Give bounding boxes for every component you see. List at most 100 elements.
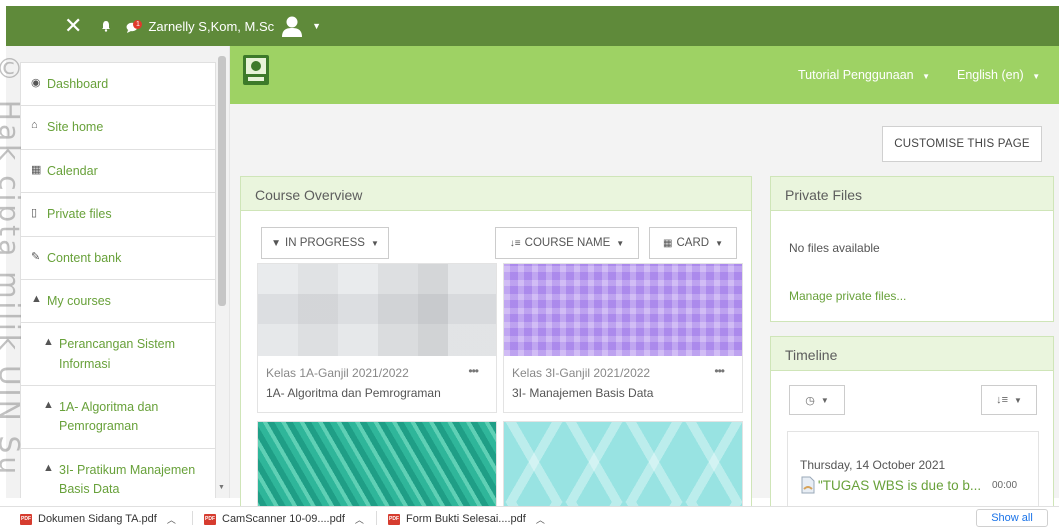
course-image[interactable] (258, 264, 496, 356)
chevron-down-icon: ▼ (370, 238, 379, 248)
close-drawer-icon[interactable]: ✕ (64, 15, 82, 37)
course-actions-menu-icon[interactable]: ••• (714, 364, 725, 378)
drawer-nav-list: ◉ Dashboard ⌂ Site home ▦ Calendar ▯ Pri… (20, 62, 216, 498)
sort-label: COURSE NAME (524, 237, 611, 249)
private-files-block: Private Files No files available Manage … (770, 176, 1054, 322)
filter-label: IN PROGRESS (285, 237, 365, 249)
sidebar-item-course-basis-data[interactable]: ▲ 3I- Pratikum Manajemen Basis Data (20, 447, 216, 498)
nav-drawer: ◉ Dashboard ⌂ Site home ▦ Calendar ▯ Pri… (6, 46, 230, 498)
scroll-down-arrow-icon[interactable]: ▼ (218, 484, 225, 491)
chevron-up-icon[interactable]: ︿ (536, 513, 545, 526)
graduation-cap-icon: ▲ (43, 461, 54, 474)
sidebar-item-label: Site home (47, 120, 104, 135)
manage-private-files-link[interactable]: Manage private files... (789, 289, 906, 303)
sidebar-item-label: Perancangan Sistem Informasi (59, 337, 176, 371)
download-file-name: Dokumen Sidang TA.pdf (38, 513, 157, 525)
chevron-down-icon: ▼ (1014, 395, 1022, 405)
private-files-title: Private Files (771, 177, 1053, 211)
graduation-cap-icon: ▲ (31, 292, 42, 305)
notification-bell-icon[interactable] (100, 20, 112, 32)
top-navbar: ✕ 1 Zarnelly S,Kom, M.Sc ▼ (6, 6, 1059, 46)
download-item[interactable]: PDF CamScanner 10-09....pdf ︿ (204, 511, 364, 527)
download-item[interactable]: PDF Form Bukti Selesai....pdf ︿ (388, 511, 545, 527)
sidebar-item-label: 3I- Pratikum Manajemen Basis Data (59, 462, 196, 497)
tutorial-menu[interactable]: Tutorial Penggunaan ▼ (798, 68, 930, 82)
pdf-file-icon: PDF (204, 513, 216, 525)
chevron-down-icon: ▼ (922, 72, 931, 81)
chevron-down-icon: ▼ (616, 238, 625, 248)
dashboard-icon: ◉ (31, 77, 41, 89)
course-overview-block: Course Overview ▼ IN PROGRESS ▼ ↓≡ COURS… (240, 176, 752, 522)
event-title-link[interactable]: "TUGAS WBS is due to b... (818, 478, 988, 493)
chevron-up-icon[interactable]: ︿ (167, 513, 176, 526)
sidebar-item-my-courses[interactable]: ▲ My courses (20, 278, 216, 323)
sidebar-item-course-perancangan[interactable]: ▲ Perancangan Sistem Informasi (20, 322, 216, 385)
language-label: English (en) (957, 68, 1024, 82)
sidebar-item-label: Content bank (47, 250, 122, 265)
course-actions-menu-icon[interactable]: ••• (468, 364, 479, 378)
message-count-badge: 1 (133, 20, 143, 29)
timeline-title: Timeline (771, 337, 1053, 371)
sidebar-item-label: My courses (47, 293, 111, 308)
course-category: Kelas 3I-Ganjil 2021/2022 (512, 366, 651, 380)
chevron-down-icon: ▼ (820, 395, 829, 405)
language-menu[interactable]: English (en) ▼ (957, 68, 1040, 82)
no-files-text: No files available (789, 241, 880, 255)
sidebar-item-calendar[interactable]: ▦ Calendar (20, 148, 216, 193)
course-card[interactable]: Kelas 1A-Ganjil 2021/2022 1A- Algoritma … (257, 263, 497, 413)
pdf-file-icon: PDF (20, 513, 32, 525)
download-item[interactable]: PDF Dokumen Sidang TA.pdf ︿ (20, 511, 176, 527)
tutorial-label: Tutorial Penggunaan (798, 68, 914, 82)
sidebar-item-content-bank[interactable]: ✎ Content bank (20, 235, 216, 279)
drawer-scrollbar-thumb[interactable] (218, 56, 226, 306)
messages-toggle[interactable]: 1 (126, 20, 143, 33)
course-card[interactable]: Kelas 3I-Ganjil 2021/2022 3I- Manajemen … (503, 263, 743, 413)
sidebar-item-label: Dashboard (47, 77, 109, 91)
timeline-sort-dropdown[interactable]: ↓≡ ▼ (981, 385, 1037, 415)
sort-dropdown[interactable]: ↓≡ COURSE NAME ▼ (495, 227, 639, 259)
file-icon: ▯ (31, 207, 38, 220)
grid-icon: ▦ (663, 237, 673, 249)
sidebar-item-private-files[interactable]: ▯ Private files (20, 192, 216, 236)
home-icon: ⌂ (31, 119, 38, 132)
course-category: Kelas 1A-Ganjil 2021/2022 (266, 366, 409, 380)
sidebar-item-site-home[interactable]: ⌂ Site home (20, 105, 216, 149)
sidebar-item-course-algoritma[interactable]: ▲ 1A- Algoritma dan Pemrograman (20, 385, 216, 448)
event-time: 00:00 (992, 479, 1018, 491)
download-file-name: CamScanner 10-09....pdf (222, 513, 345, 525)
chevron-up-icon[interactable]: ︿ (355, 513, 364, 526)
user-name[interactable]: Zarnelly S,Kom, M.Sc (148, 19, 274, 34)
show-all-downloads-button[interactable]: Show all (976, 509, 1048, 527)
brush-icon: ✎ (31, 250, 41, 263)
timeline-filter-dropdown[interactable]: ◷ ▼ (789, 385, 845, 415)
university-logo-icon[interactable] (242, 54, 270, 86)
calendar-icon: ▦ (31, 163, 42, 176)
sidebar-item-label: 1A- Algoritma dan Pemrograman (59, 400, 159, 434)
clock-icon: ◷ (805, 394, 815, 407)
filter-icon: ▼ (271, 237, 282, 249)
course-image[interactable] (504, 264, 742, 356)
download-file-name: Form Bukti Selesai....pdf (406, 513, 526, 525)
graduation-cap-icon: ▲ (43, 336, 54, 349)
timeline-block: Timeline ◷ ▼ ↓≡ ▼ Thursday, 14 October 2… (770, 336, 1054, 516)
progress-filter-dropdown[interactable]: ▼ IN PROGRESS ▼ (261, 227, 389, 259)
timeline-event[interactable]: Thursday, 14 October 2021 "TUGAS WBS is … (787, 431, 1039, 511)
user-avatar-icon[interactable] (280, 14, 304, 38)
main-content: CUSTOMISE THIS PAGE Course Overview ▼ IN… (230, 104, 1059, 522)
course-overview-title: Course Overview (241, 177, 751, 211)
divider (376, 511, 377, 525)
browser-download-bar: PDF Dokumen Sidang TA.pdf ︿ PDF CamScann… (0, 506, 1059, 528)
sidebar-item-dashboard[interactable]: ◉ Dashboard (20, 62, 216, 106)
graduation-cap-icon: ▲ (43, 399, 54, 411)
chevron-down-icon: ▼ (1032, 72, 1041, 81)
sort-icon: ↓≡ (996, 394, 1008, 406)
course-name-link[interactable]: 3I- Manajemen Basis Data (504, 380, 742, 400)
pdf-file-icon: PDF (388, 513, 400, 525)
event-date: Thursday, 14 October 2021 (800, 458, 946, 472)
customise-page-button[interactable]: CUSTOMISE THIS PAGE (882, 126, 1042, 162)
event-row: "TUGAS WBS is due to b... 00:00 (800, 476, 1040, 494)
divider (192, 511, 193, 525)
course-name-link[interactable]: 1A- Algoritma dan Pemrograman (258, 380, 496, 400)
view-dropdown[interactable]: ▦ CARD ▼ (649, 227, 737, 259)
user-menu-caret-icon[interactable]: ▼ (312, 21, 321, 31)
